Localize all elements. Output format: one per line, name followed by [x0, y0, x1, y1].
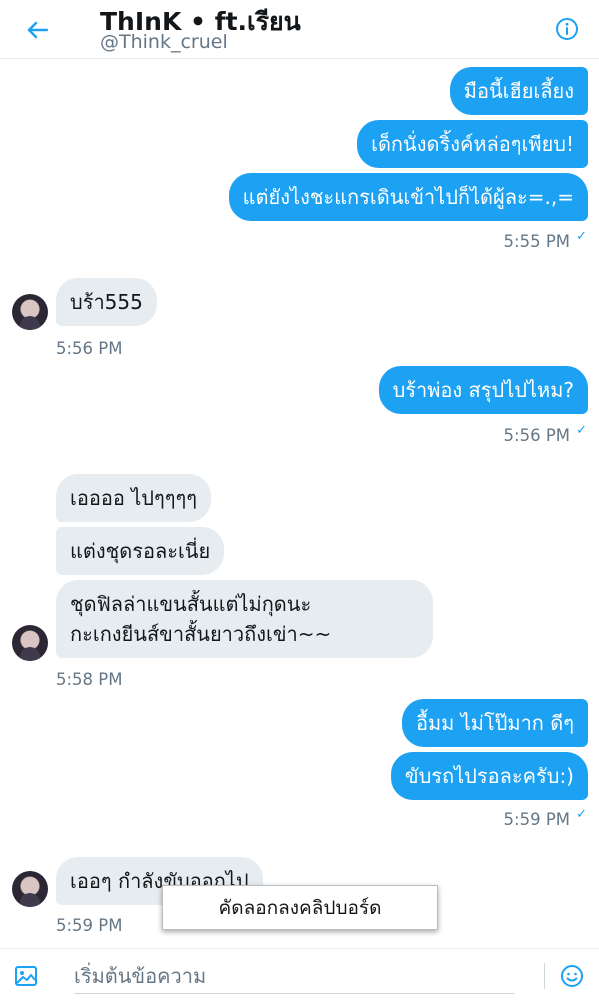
message-timestamp: 5:55 PM: [503, 232, 570, 251]
message-bubble-outgoing[interactable]: แต่ยังไงชะแกรเดินเข้าไปก็ได้ผู้ละ=.,=: [228, 173, 588, 221]
message-bubble-incoming[interactable]: แต่งชุดรอละเนี่ย: [56, 527, 225, 575]
message-bubble-outgoing[interactable]: บร้าพ่อง สรุปไปไหม?: [378, 366, 588, 414]
message-input[interactable]: [74, 958, 514, 994]
composer-divider: [544, 963, 545, 989]
message-timestamp: 5:59 PM: [503, 810, 570, 829]
back-button[interactable]: [24, 16, 52, 44]
read-check-icon: ✓: [576, 423, 587, 438]
message-timestamp: 5:59 PM: [56, 916, 123, 935]
message-text-line: ชุดฟิลล่าแขนสั้นแต่ไม่กุดนะ: [70, 592, 312, 616]
message-text: บร้าพ่อง สรุปไปไหม?: [392, 378, 574, 402]
message-timestamp: 5:56 PM: [503, 426, 570, 445]
message-text: แต่งชุดรอละเนี่ย: [70, 539, 211, 563]
read-check-icon: ✓: [576, 807, 587, 822]
info-icon: [556, 18, 578, 40]
header-divider: [0, 58, 599, 59]
message-composer: [0, 948, 599, 1000]
avatar[interactable]: [12, 625, 48, 661]
message-bubble-outgoing[interactable]: มือนี้เฮียเลี้ยง: [449, 67, 588, 115]
emoji-button[interactable]: [560, 964, 584, 988]
message-text: แต่ยังไงชะแกรเดินเข้าไปก็ได้ผู้ละ=.,=: [242, 185, 574, 209]
message-timestamp: 5:56 PM: [56, 339, 123, 358]
conversation-header: ThInK • ft.เรียน @Think_cruel: [0, 0, 599, 58]
add-media-button[interactable]: [14, 965, 38, 987]
smiley-icon: [561, 965, 583, 987]
back-arrow-icon: [27, 21, 49, 39]
message-timestamp: 5:58 PM: [56, 670, 123, 689]
copy-to-clipboard-menu-item[interactable]: คัดลอกลงคลิปบอร์ด: [162, 885, 438, 930]
message-bubble-incoming[interactable]: ชุดฟิลล่าแขนสั้นแต่ไม่กุดนะ กะเกงยีนส์ขา…: [56, 580, 433, 658]
message-bubble-outgoing[interactable]: ขับรถไปรอละครับ:): [390, 752, 588, 800]
message-text: บร้า555: [70, 290, 143, 314]
message-text: เด็กนั่งดริ้งค์หล่อๆเพียบ!: [371, 132, 574, 156]
info-button[interactable]: [555, 17, 579, 41]
message-bubble-outgoing[interactable]: เด็กนั่งดริ้งค์หล่อๆเพียบ!: [357, 120, 588, 168]
message-text-line: กะเกงยีนส์ขาสั้นยาวถึงเข่า~~: [70, 622, 332, 646]
message-bubble-outgoing[interactable]: อื้มม ไม่โป๊มาก ดีๆ: [401, 699, 588, 747]
message-text: อื้มม ไม่โป๊มาก ดีๆ: [415, 711, 574, 735]
read-check-icon: ✓: [576, 229, 587, 244]
message-bubble-incoming[interactable]: เออออ ไปๆๆๆๆ: [56, 474, 211, 522]
message-text: ขับรถไปรอละครับ:): [404, 764, 574, 788]
message-text: มือนี้เฮียเลี้ยง: [463, 79, 574, 103]
message-text: เออออ ไปๆๆๆๆ: [70, 486, 197, 510]
image-icon: [15, 966, 37, 986]
conversation-handle: @Think_cruel: [100, 31, 228, 53]
avatar[interactable]: [12, 294, 48, 330]
avatar[interactable]: [12, 871, 48, 907]
message-bubble-incoming[interactable]: บร้า555: [56, 278, 157, 326]
